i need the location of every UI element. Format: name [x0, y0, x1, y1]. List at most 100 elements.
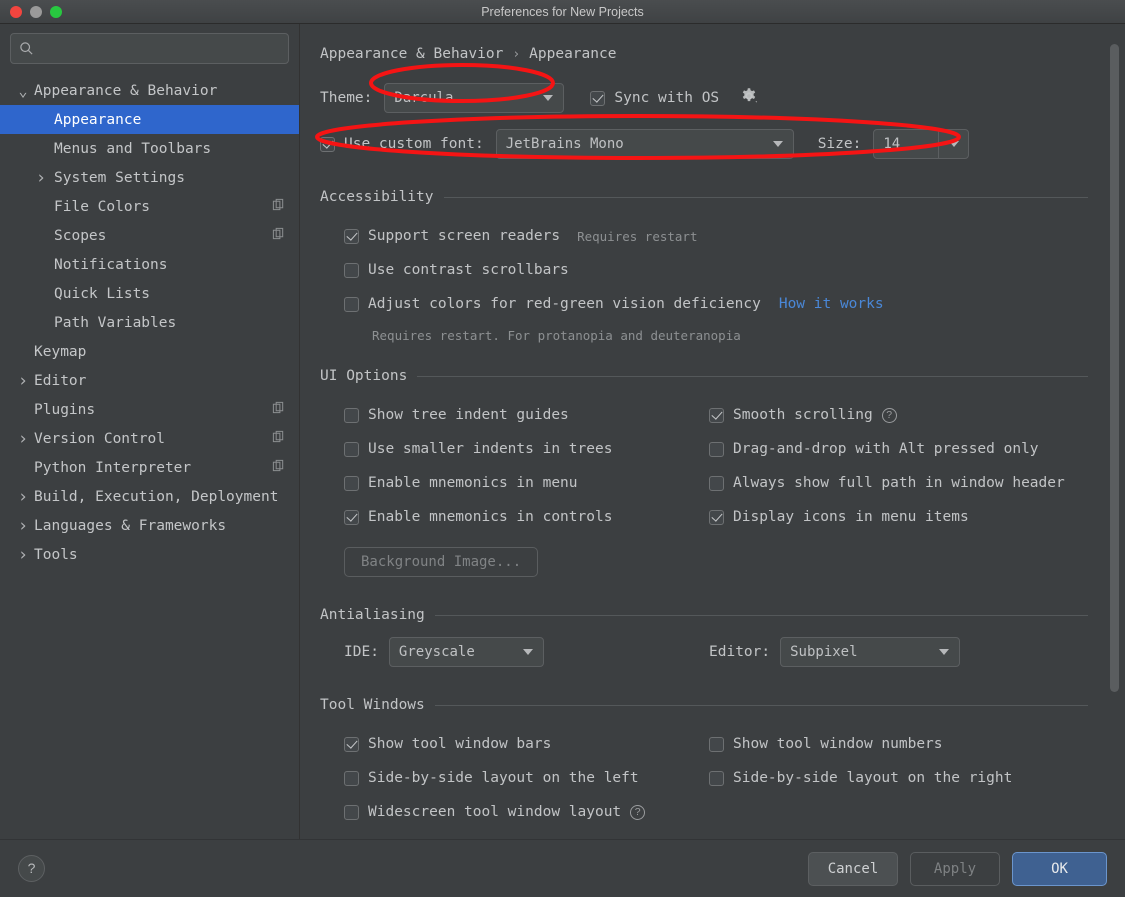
font-size-dropdown-button[interactable]: [938, 130, 968, 158]
checkbox-label: Show tree indent guides: [368, 407, 569, 423]
checkbox-box[interactable]: [344, 510, 359, 525]
ok-button[interactable]: OK: [1012, 852, 1107, 886]
editor-antialiasing-select[interactable]: Subpixel: [780, 637, 960, 667]
checkbox-box[interactable]: [709, 442, 724, 457]
checkbox-box[interactable]: [344, 229, 359, 244]
tool-window-option-row[interactable]: Show tool window numbers: [709, 727, 1012, 761]
vertical-scrollbar[interactable]: [1110, 44, 1119, 692]
chevron-down-icon[interactable]: ⌄: [16, 84, 30, 98]
how-it-works-link[interactable]: How it works: [779, 296, 884, 312]
checkbox-box[interactable]: [709, 737, 724, 752]
sidebar-item-version-control[interactable]: ›Version Control: [0, 424, 299, 453]
section-divider: [417, 376, 1088, 377]
font-family-select[interactable]: JetBrains Mono: [496, 129, 794, 159]
help-icon[interactable]: ?: [630, 805, 645, 820]
tool-window-option-row[interactable]: Side-by-side layout on the left: [344, 761, 709, 795]
use-custom-font-checkbox[interactable]: Use custom font:: [320, 136, 484, 152]
tool-window-option-row[interactable]: Widescreen tool window layout?: [344, 795, 709, 829]
sidebar-item-appearance[interactable]: Appearance: [0, 105, 299, 134]
chevron-right-icon[interactable]: ›: [16, 548, 30, 562]
gear-icon[interactable]: [739, 86, 759, 110]
help-icon[interactable]: ?: [882, 408, 897, 423]
tool-window-option-row[interactable]: Side-by-side layout on the right: [709, 761, 1012, 795]
copy-settings-icon[interactable]: [272, 227, 285, 244]
sync-with-os-checkbox[interactable]: Sync with OS: [590, 90, 719, 106]
ui-option-row[interactable]: Use smaller indents in trees: [344, 432, 709, 466]
tool-window-option-row[interactable]: Show tool window bars: [344, 727, 709, 761]
chevron-right-icon[interactable]: ›: [16, 374, 30, 388]
sidebar-item-system-settings[interactable]: ›System Settings: [0, 163, 299, 192]
ui-option-row[interactable]: Display icons in menu items: [709, 500, 1065, 534]
sidebar-item-label: Quick Lists: [54, 286, 150, 302]
sidebar-item-plugins[interactable]: Plugins: [0, 395, 299, 424]
chevron-right-icon[interactable]: ›: [16, 432, 30, 446]
settings-tree: ⌄Appearance & BehaviorAppearanceMenus an…: [0, 74, 299, 839]
copy-settings-icon[interactable]: [272, 459, 285, 476]
copy-settings-icon[interactable]: [272, 198, 285, 215]
cancel-button[interactable]: Cancel: [808, 852, 898, 886]
ide-antialiasing-select[interactable]: Greyscale: [389, 637, 544, 667]
chevron-right-icon[interactable]: ›: [34, 171, 48, 185]
help-button[interactable]: ?: [18, 855, 45, 882]
sidebar-item-appearance-behavior[interactable]: ⌄Appearance & Behavior: [0, 76, 299, 105]
use-custom-font-box[interactable]: [320, 137, 335, 152]
copy-settings-icon[interactable]: [272, 430, 285, 447]
sidebar-item-editor[interactable]: ›Editor: [0, 366, 299, 395]
checkbox-box[interactable]: [344, 297, 359, 312]
chevron-down-icon: [949, 141, 959, 147]
theme-select[interactable]: Darcula: [384, 83, 564, 113]
checkbox-box[interactable]: [709, 771, 724, 786]
checkbox-box[interactable]: [344, 737, 359, 752]
sidebar-item-file-colors[interactable]: File Colors: [0, 192, 299, 221]
search-field[interactable]: [10, 33, 289, 64]
checkbox-box[interactable]: [344, 805, 359, 820]
ui-option-row[interactable]: Show tree indent guides: [344, 398, 709, 432]
sync-with-os-box[interactable]: [590, 91, 605, 106]
breadcrumb-root[interactable]: Appearance & Behavior: [320, 46, 503, 62]
sidebar-item-label: Scopes: [54, 228, 106, 244]
tree-spacer: [16, 345, 30, 359]
checkbox-box[interactable]: [709, 476, 724, 491]
sidebar-item-path-variables[interactable]: Path Variables: [0, 308, 299, 337]
font-size-select[interactable]: 14: [873, 129, 969, 159]
background-image-button[interactable]: Background Image...: [344, 547, 538, 577]
ui-option-row[interactable]: Smooth scrolling?: [709, 398, 1065, 432]
font-size-value: 14: [883, 136, 938, 152]
sidebar-item-scopes[interactable]: Scopes: [0, 221, 299, 250]
apply-button[interactable]: Apply: [910, 852, 1000, 886]
sidebar-item-quick-lists[interactable]: Quick Lists: [0, 279, 299, 308]
checkbox-label: Use contrast scrollbars: [368, 262, 569, 278]
chevron-down-icon: [773, 141, 783, 147]
chevron-right-icon[interactable]: ›: [16, 490, 30, 504]
font-size-label: Size:: [818, 136, 862, 152]
search-input[interactable]: [41, 41, 280, 56]
tool-windows-section-header: Tool Windows: [320, 697, 1088, 713]
checkbox-box[interactable]: [344, 263, 359, 278]
copy-settings-icon[interactable]: [272, 401, 285, 418]
ui-option-row[interactable]: Enable mnemonics in menu: [344, 466, 709, 500]
accessibility-option-row[interactable]: Support screen readersRequires restart: [344, 219, 1125, 253]
sidebar-item-menus-and-toolbars[interactable]: Menus and Toolbars: [0, 134, 299, 163]
sidebar-item-keymap[interactable]: Keymap: [0, 337, 299, 366]
sidebar-item-notifications[interactable]: Notifications: [0, 250, 299, 279]
sidebar-item-languages-frameworks[interactable]: ›Languages & Frameworks: [0, 511, 299, 540]
checkbox-box[interactable]: [344, 476, 359, 491]
ui-option-row[interactable]: Enable mnemonics in controls: [344, 500, 709, 534]
ui-option-row[interactable]: Always show full path in window header: [709, 466, 1065, 500]
sidebar-item-python-interpreter[interactable]: Python Interpreter: [0, 453, 299, 482]
checkbox-box[interactable]: [344, 771, 359, 786]
checkbox-box[interactable]: [344, 408, 359, 423]
chevron-right-icon[interactable]: ›: [16, 519, 30, 533]
checkbox-label: Show tool window numbers: [733, 736, 943, 752]
ui-options-title: UI Options: [320, 368, 407, 384]
accessibility-option-row[interactable]: Adjust colors for red-green vision defic…: [344, 287, 1125, 321]
editor-antialiasing-label: Editor:: [709, 644, 770, 660]
checkbox-box[interactable]: [344, 442, 359, 457]
checkbox-box[interactable]: [709, 408, 724, 423]
sidebar-item-build-execution-deployment[interactable]: ›Build, Execution, Deployment: [0, 482, 299, 511]
sidebar-item-tools[interactable]: ›Tools: [0, 540, 299, 569]
sidebar-item-label: Notifications: [54, 257, 168, 273]
accessibility-option-row[interactable]: Use contrast scrollbars: [344, 253, 1125, 287]
checkbox-box[interactable]: [709, 510, 724, 525]
ui-option-row[interactable]: Drag-and-drop with Alt pressed only: [709, 432, 1065, 466]
